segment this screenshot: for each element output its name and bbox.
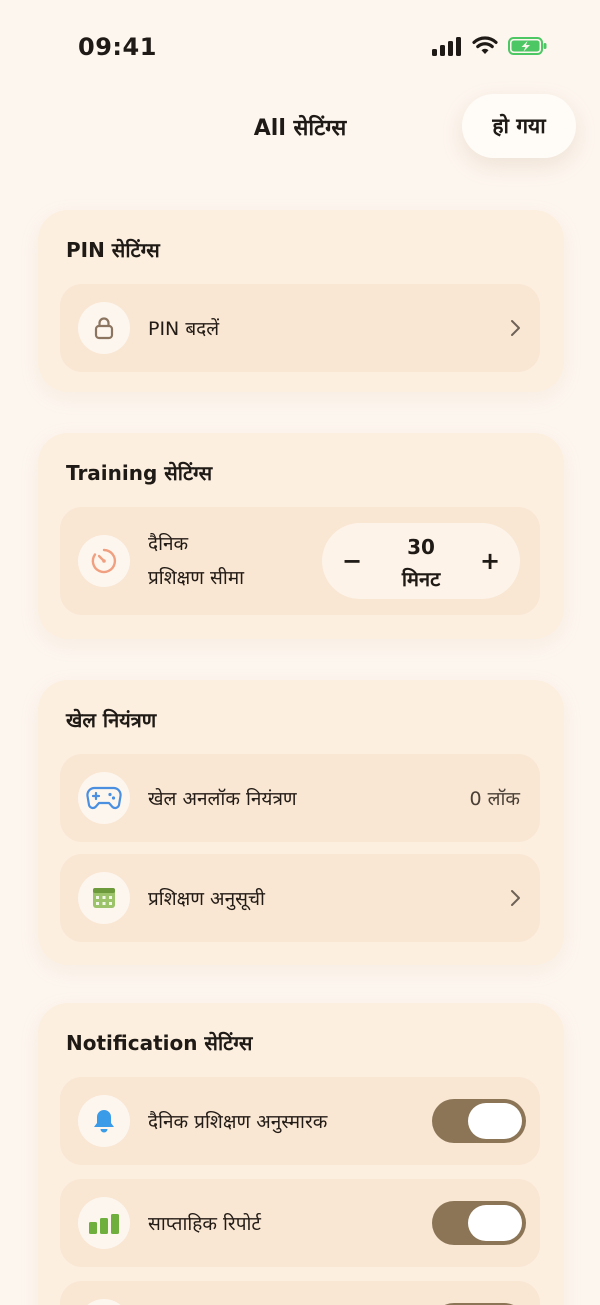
change-pin-row[interactable]: PIN बदलें — [60, 284, 540, 372]
notification-settings-title: Notification सेटिंग्स — [66, 1031, 253, 1055]
done-button[interactable]: हो गया — [462, 94, 576, 158]
daily-reminder-row: दैनिक प्रशिक्षण अनुस्मारक — [60, 1077, 540, 1165]
training-schedule-label: प्रशिक्षण अनुसूची — [148, 888, 265, 910]
next-notification-row — [60, 1281, 540, 1305]
cellular-signal-icon — [432, 37, 461, 56]
gamepad-icon — [78, 772, 130, 824]
calendar-icon — [78, 872, 130, 924]
game-unlock-row[interactable]: खेल अनलॉक नियंत्रण 0 लॉक — [60, 754, 540, 842]
daily-training-limit-row: दैनिक प्रशिक्षण सीमा − 30 मिनट + — [60, 507, 540, 615]
bar-chart-icon — [78, 1197, 130, 1249]
pin-settings-title: PIN सेटिंग्स — [66, 238, 160, 262]
wifi-icon — [472, 36, 498, 54]
daily-limit-label-line1: दैनिक — [148, 533, 189, 555]
notification-icon — [78, 1299, 130, 1305]
game-control-title: खेल नियंत्रण — [66, 708, 157, 732]
weekly-report-toggle[interactable] — [432, 1201, 526, 1245]
decrement-button[interactable]: − — [334, 543, 370, 579]
stepper-number: 30 — [407, 535, 435, 559]
training-schedule-row[interactable]: प्रशिक्षण अनुसूची — [60, 854, 540, 942]
battery-charging-icon — [508, 37, 547, 55]
training-settings-title: Training सेटिंग्स — [66, 461, 213, 485]
chevron-right-icon — [511, 320, 520, 336]
training-settings-card: Training सेटिंग्स दैनिक प्रशिक्षण सीमा −… — [38, 433, 564, 639]
status-time: 09:41 — [78, 33, 157, 61]
toggle-knob — [468, 1205, 522, 1241]
daily-reminder-label: दैनिक प्रशिक्षण अनुस्मारक — [148, 1111, 328, 1133]
increment-button[interactable]: + — [472, 543, 508, 579]
stepper-unit: मिनट — [401, 567, 441, 591]
game-control-card: खेल नियंत्रण खेल अनलॉक नियंत्रण 0 लॉक प्… — [38, 680, 564, 965]
daily-reminder-toggle[interactable] — [432, 1099, 526, 1143]
stepper-value: 30 मिनट — [382, 531, 460, 595]
daily-limit-label: दैनिक प्रशिक्षण सीमा — [148, 527, 244, 595]
daily-limit-label-line2: प्रशिक्षण सीमा — [148, 567, 245, 589]
game-unlock-label: खेल अनलॉक नियंत्रण — [148, 788, 297, 810]
status-icons — [432, 36, 548, 56]
toggle-knob — [468, 1103, 522, 1139]
chevron-right-icon — [511, 890, 520, 906]
status-bar: 09:41 — [0, 0, 600, 90]
timer-icon — [78, 535, 130, 587]
weekly-report-row: साप्ताहिक रिपोर्ट — [60, 1179, 540, 1267]
lock-icon — [78, 302, 130, 354]
change-pin-label: PIN बदलें — [148, 318, 220, 340]
daily-limit-stepper: − 30 मिनट + — [322, 523, 520, 599]
weekly-report-label: साप्ताहिक रिपोर्ट — [148, 1213, 261, 1235]
game-unlock-value: 0 लॉक — [469, 788, 520, 810]
notification-settings-card: Notification सेटिंग्स दैनिक प्रशिक्षण अन… — [38, 1003, 564, 1305]
bell-icon — [78, 1095, 130, 1147]
pin-settings-card: PIN सेटिंग्स PIN बदलें — [38, 210, 564, 392]
